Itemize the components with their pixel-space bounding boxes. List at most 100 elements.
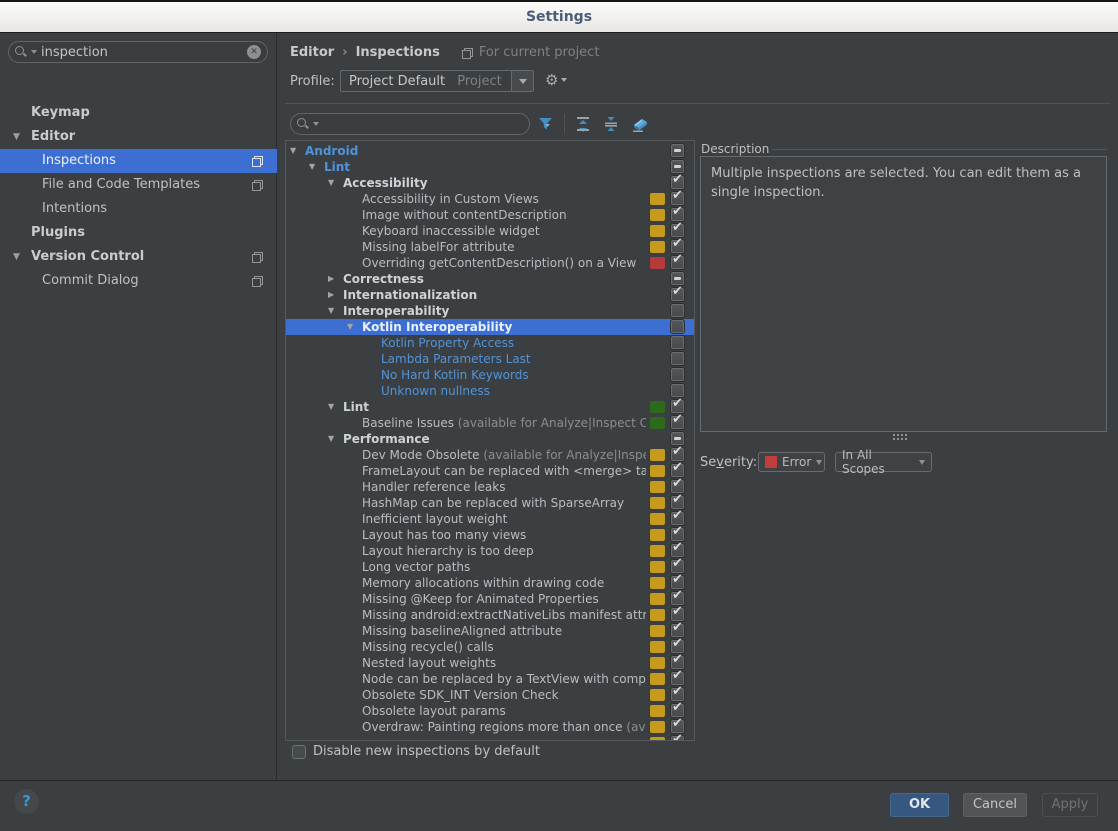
splitter-grip[interactable] xyxy=(893,434,907,440)
inspection-row-missing-keep-for-animated-properties[interactable]: Missing @Keep for Animated Properties xyxy=(286,588,694,607)
inspection-checkbox[interactable] xyxy=(670,335,685,350)
sidebar-item-intentions[interactable]: Intentions xyxy=(0,197,277,221)
inspection-row-layout-hierarchy-is-too-deep[interactable]: Layout hierarchy is too deep xyxy=(286,540,694,559)
inspection-row-missing-android-extractnativelibs-manifest-attr[interactable]: Missing android:extractNativeLibs manife… xyxy=(286,604,694,623)
sidebar-item-commit-dialog[interactable]: Commit Dialog xyxy=(0,269,277,293)
chevron-right-icon[interactable]: ▶ xyxy=(328,274,334,283)
chevron-down-icon[interactable]: ▼ xyxy=(328,178,334,187)
severity-value: Error xyxy=(782,455,812,469)
inspection-checkbox[interactable] xyxy=(670,367,685,382)
inspection-checkbox[interactable] xyxy=(670,252,685,270)
profile-dropdown-button[interactable] xyxy=(511,71,533,91)
inspection-row-keyboard-inaccessible-widget[interactable]: Keyboard inaccessible widget xyxy=(286,220,694,239)
inspection-row-image-without-contentdescription[interactable]: Image without contentDescription xyxy=(286,204,694,223)
inspection-label: Obsolete layout params xyxy=(362,704,506,718)
profile-combobox[interactable]: Project Default Project xyxy=(340,70,534,92)
inspection-label: Node can be replaced by a TextView with … xyxy=(362,672,646,686)
chevron-down-icon[interactable]: ▼ xyxy=(309,162,315,171)
inspection-row-baseline-issues[interactable]: Baseline Issues (available for Analyze|I… xyxy=(286,412,694,431)
sidebar-item-inspections[interactable]: Inspections xyxy=(0,149,277,173)
search-options-caret-icon[interactable] xyxy=(313,122,319,126)
apply-button[interactable]: Apply xyxy=(1042,793,1098,817)
inspection-row-nested-layout-weights[interactable]: Nested layout weights xyxy=(286,652,694,671)
breadcrumb-editor[interactable]: Editor xyxy=(290,45,334,60)
expand-all-icon[interactable] xyxy=(573,114,593,134)
inspection-row-kotlin-property-access[interactable]: Kotlin Property Access xyxy=(286,335,694,351)
help-button[interactable]: ? xyxy=(14,789,39,814)
sidebar-item-keymap[interactable]: Keymap xyxy=(0,101,277,125)
sidebar-item-plugins[interactable]: Plugins xyxy=(0,221,277,245)
inspection-row-overriding-getcontentdescription-on-a-view[interactable]: Overriding getContentDescription() on a … xyxy=(286,252,694,271)
inspection-label: Kotlin Property Access xyxy=(381,336,515,350)
inspections-search-field[interactable] xyxy=(290,113,530,135)
collapse-all-icon[interactable] xyxy=(601,114,621,134)
sidebar-item-version-control[interactable]: ▼ Version Control xyxy=(0,245,277,269)
chevron-down-icon[interactable]: ▼ xyxy=(347,322,353,331)
sidebar-item-editor[interactable]: ▼ Editor xyxy=(0,125,277,149)
chevron-down-icon[interactable]: ▼ xyxy=(328,434,334,443)
inspection-checkbox[interactable] xyxy=(670,143,685,158)
ok-button[interactable]: OK xyxy=(890,793,949,817)
inspection-row-interoperability[interactable]: ▼ Interoperability xyxy=(286,303,694,319)
inspection-row-dev-mode-obsolete[interactable]: Dev Mode Obsolete (available for Analyze… xyxy=(286,444,694,463)
inspection-label: Memory allocations within drawing code xyxy=(362,576,605,590)
inspection-row-missing-recycle-calls[interactable]: Missing recycle() calls xyxy=(286,636,694,655)
inspection-row-accessibility-in-custom-views[interactable]: Accessibility in Custom Views xyxy=(286,188,694,207)
inspection-checkbox[interactable] xyxy=(670,732,685,740)
sidebar-item-label: Plugins xyxy=(31,225,85,240)
inspection-row-handler-reference-leaks[interactable]: Handler reference leaks xyxy=(286,476,694,495)
severity-combobox[interactable]: Error xyxy=(758,452,825,472)
inspection-checkbox[interactable] xyxy=(670,412,685,430)
inspection-row-hashmap-can-be-replaced-with-sparsearray[interactable]: HashMap can be replaced with SparseArray xyxy=(286,492,694,511)
severity-swatch-amber xyxy=(650,689,665,701)
chevron-down-icon[interactable]: ▼ xyxy=(328,402,334,411)
description-text: Multiple inspections are selected. You c… xyxy=(711,166,1081,200)
inspection-row-missing-baselinealigned-attribute[interactable]: Missing baselineAligned attribute xyxy=(286,620,694,639)
settings-search-field[interactable] xyxy=(8,41,268,63)
inspection-checkbox[interactable] xyxy=(670,303,685,318)
profile-actions-button[interactable]: ⚙ xyxy=(545,71,568,89)
inspection-row-memory-allocations-within-drawing-code[interactable]: Memory allocations within drawing code xyxy=(286,572,694,591)
inspection-row-kotlin-interoperability[interactable]: ▼ Kotlin Interoperability xyxy=(286,319,694,335)
inspection-row-overdraw-painting-regions-more-than-once[interactable]: Overdraw: Painting regions more than onc… xyxy=(286,716,694,735)
scope-combobox[interactable]: In All Scopes xyxy=(835,448,932,476)
inspection-row-long-vector-paths[interactable]: Long vector paths xyxy=(286,556,694,575)
chevron-right-icon[interactable]: ▶ xyxy=(328,290,334,299)
cancel-button[interactable]: Cancel xyxy=(963,793,1027,817)
inspections-search-input[interactable] xyxy=(323,116,523,132)
inspection-row-obsolete-layout-params[interactable]: Obsolete layout params xyxy=(286,700,694,719)
inspection-row-layout-has-too-many-views[interactable]: Layout has too many views xyxy=(286,524,694,543)
filter-icon[interactable] xyxy=(536,114,556,134)
inspection-checkbox[interactable] xyxy=(670,351,685,366)
chevron-down-icon[interactable]: ▼ xyxy=(328,306,334,315)
inspection-row-internationalization[interactable]: ▶ Internationalization xyxy=(286,284,694,303)
chevron-down-icon[interactable]: ▼ xyxy=(13,252,20,262)
severity-error-swatch xyxy=(765,456,777,468)
inspection-row-obsolete-sdk-int-version-check[interactable]: Obsolete SDK_INT Version Check xyxy=(286,684,694,703)
reset-filter-icon[interactable] xyxy=(629,114,649,134)
search-options-caret-icon[interactable] xyxy=(31,50,37,54)
inspection-row-correctness[interactable]: ▶ Correctness xyxy=(286,271,694,287)
sidebar-item-file-and-code-templates[interactable]: File and Code Templates xyxy=(0,173,277,197)
breadcrumb-separator: › xyxy=(342,45,348,60)
inspection-row-performance[interactable]: ▼ Performance xyxy=(286,431,694,447)
inspection-row-accessibility[interactable]: ▼ Accessibility xyxy=(286,172,694,191)
inspection-row-node-can-be-replaced-by-a-textview-with-comp[interactable]: Node can be replaced by a TextView with … xyxy=(286,668,694,687)
clear-search-icon[interactable] xyxy=(247,45,261,59)
inspection-row-inefficient-layout-weight[interactable]: Inefficient layout weight xyxy=(286,508,694,527)
inspection-row-lint[interactable]: ▼ Lint xyxy=(286,396,694,415)
chevron-down-icon[interactable]: ▼ xyxy=(13,132,20,142)
inspection-row-lint[interactable]: ▼ Lint xyxy=(286,159,694,175)
inspection-row-lambda-parameters-last[interactable]: Lambda Parameters Last xyxy=(286,351,694,367)
settings-search-input[interactable] xyxy=(41,44,243,60)
inspection-row-framelayout-can-be-replaced-with-merge-ta[interactable]: FrameLayout can be replaced with <merge>… xyxy=(286,460,694,479)
inspection-row-row[interactable] xyxy=(286,732,694,740)
inspection-checkbox[interactable] xyxy=(670,319,685,334)
inspection-row-no-hard-kotlin-keywords[interactable]: No Hard Kotlin Keywords xyxy=(286,367,694,383)
inspection-row-missing-labelfor-attribute[interactable]: Missing labelFor attribute xyxy=(286,236,694,255)
inspection-checkbox[interactable] xyxy=(670,284,685,302)
inspection-row-android[interactable]: ▼ Android xyxy=(286,143,694,159)
chevron-down-icon[interactable]: ▼ xyxy=(290,146,296,155)
disable-new-inspections-checkbox[interactable] xyxy=(292,745,306,759)
inspection-row-unknown-nullness[interactable]: Unknown nullness xyxy=(286,383,694,399)
